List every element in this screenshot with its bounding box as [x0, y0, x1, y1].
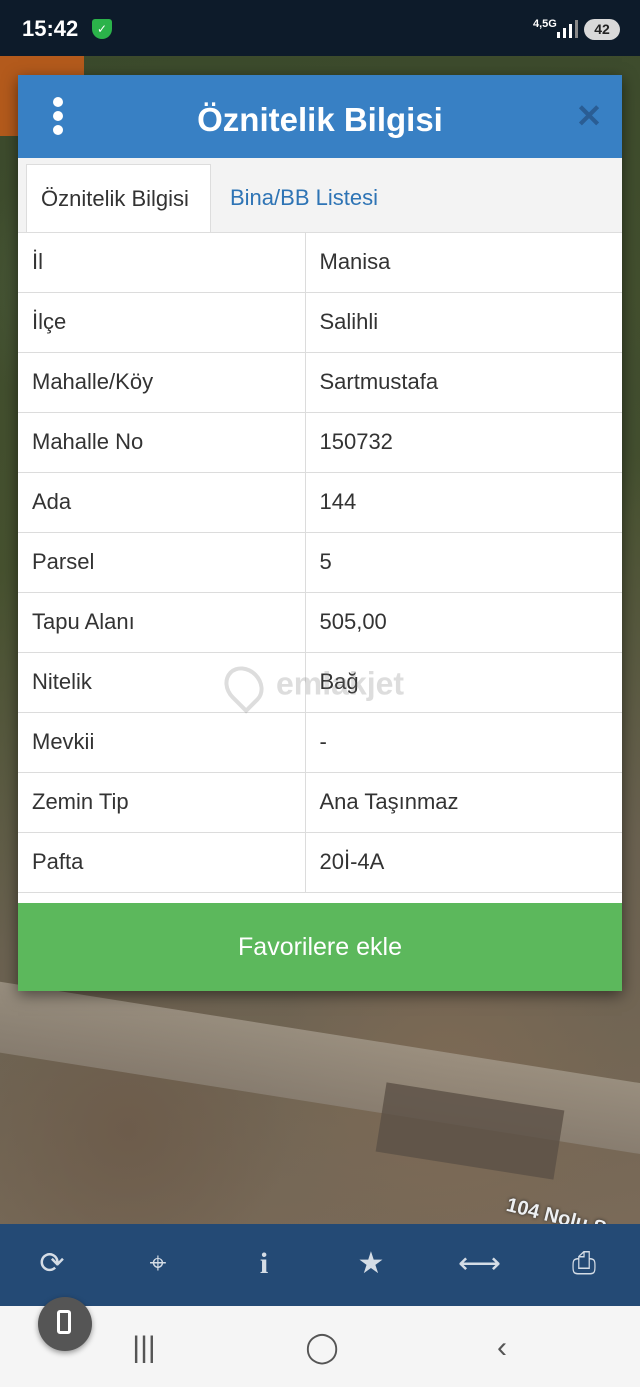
dialog-header: Öznitelik Bilgisi ✕	[18, 75, 622, 158]
attribute-table: İl Manisa İlçe Salihli Mahalle/Köy Sartmust…	[18, 232, 622, 893]
status-bar: 15:42 ✓ 4,5G 42	[0, 0, 640, 56]
attribute-dialog: Öznitelik Bilgisi ✕ Öznitelik Bilgisi Bi…	[18, 75, 622, 991]
print-icon[interactable]: ⎙	[564, 1244, 604, 1284]
dialog-title: Öznitelik Bilgisi	[197, 101, 443, 138]
table-row: Mevkii -	[18, 712, 622, 773]
table-row: Nitelik Bağ	[18, 652, 622, 713]
network-type: 4,5G	[533, 18, 557, 30]
attr-key: Nitelik	[18, 652, 306, 713]
attr-key: Parsel	[18, 532, 306, 593]
system-nav-bar: ||| ◯ ‹	[0, 1306, 640, 1387]
attr-value: Ana Taşınmaz	[305, 772, 622, 833]
measure-icon[interactable]: ⟷	[458, 1244, 501, 1284]
table-row: Ada 144	[18, 472, 622, 533]
table-row: Pafta 20İ-4A	[18, 832, 622, 893]
add-favorite-button[interactable]: Favorilere ekle	[18, 903, 622, 991]
attr-value: Bağ	[305, 652, 622, 713]
attr-value: Salihli	[305, 292, 622, 353]
attr-value: 150732	[305, 412, 622, 473]
tab-building-list[interactable]: Bina/BB Listesi	[216, 164, 392, 232]
attr-value: 505,00	[305, 592, 622, 653]
crosshair-icon[interactable]: ⌖	[138, 1244, 178, 1284]
battery-icon: 42	[584, 19, 620, 40]
recent-apps-icon[interactable]: |||	[124, 1328, 164, 1368]
floating-phone-button[interactable]	[38, 1297, 92, 1351]
info-icon[interactable]: i	[244, 1244, 284, 1284]
star-icon[interactable]: ★	[351, 1244, 391, 1284]
table-row: İlçe Salihli	[18, 292, 622, 353]
attr-key: İl	[18, 232, 306, 293]
attr-value: 144	[305, 472, 622, 533]
tab-bar: Öznitelik Bilgisi Bina/BB Listesi	[18, 158, 622, 233]
home-icon[interactable]: ◯	[302, 1328, 342, 1368]
attr-value: Manisa	[305, 232, 622, 293]
table-row: Mahalle/Köy Sartmustafa	[18, 352, 622, 413]
attr-key: Ada	[18, 472, 306, 533]
signal-icon	[557, 20, 578, 38]
close-icon[interactable]: ✕	[574, 100, 604, 132]
attr-value: -	[305, 712, 622, 773]
attr-key: Mahalle No	[18, 412, 306, 473]
table-row: Mahalle No 150732	[18, 412, 622, 473]
refresh-icon[interactable]: ⟳	[32, 1244, 72, 1284]
status-time: 15:42	[22, 16, 79, 41]
attr-value: Sartmustafa	[305, 352, 622, 413]
back-icon[interactable]: ‹	[482, 1328, 522, 1368]
attr-value: 20İ-4A	[305, 832, 622, 893]
attr-key: Mahalle/Köy	[18, 352, 306, 413]
table-row: Zemin Tip Ana Taşınmaz	[18, 772, 622, 833]
table-row: Parsel 5	[18, 532, 622, 593]
phone-icon	[57, 1310, 71, 1334]
attr-key: İlçe	[18, 292, 306, 353]
table-row: İl Manisa	[18, 232, 622, 293]
attr-key: Pafta	[18, 832, 306, 893]
map-toolbar: ⟳ ⌖ i ★ ⟷ ⎙	[0, 1224, 640, 1306]
attr-value: 5	[305, 532, 622, 593]
tab-attribute-info[interactable]: Öznitelik Bilgisi	[26, 164, 211, 232]
table-row: Tapu Alanı 505,00	[18, 592, 622, 653]
attr-key: Zemin Tip	[18, 772, 306, 833]
attr-key: Tapu Alanı	[18, 592, 306, 653]
shield-icon: ✓	[92, 19, 112, 39]
attr-key: Mevkii	[18, 712, 306, 773]
